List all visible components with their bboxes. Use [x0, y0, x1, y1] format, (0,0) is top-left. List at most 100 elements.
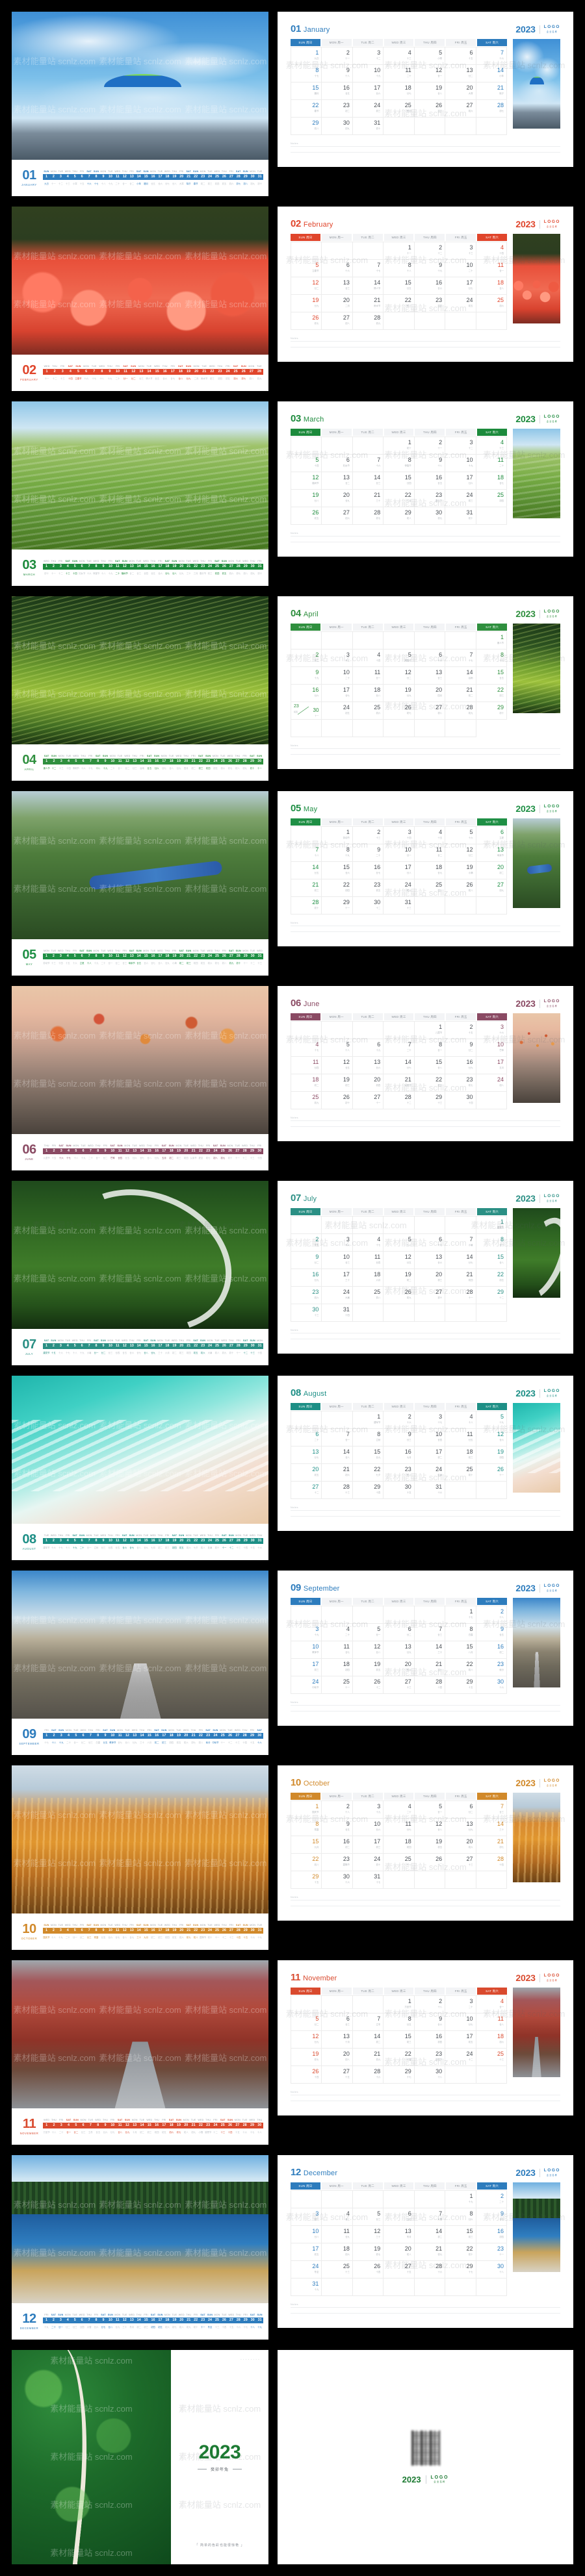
day-cell[interactable]: 15廿八 [476, 1252, 507, 1269]
day-cell[interactable]: 11廿四 [353, 1252, 384, 1269]
strip-day-number[interactable]: 5 [72, 1928, 79, 1934]
day-cell[interactable]: 14廿七 [445, 1252, 476, 1269]
strip-day-number[interactable]: 6 [79, 2317, 86, 2323]
day-cell[interactable]: 14廿七 [384, 1057, 414, 1074]
day-cell[interactable]: 2二十 [476, 2191, 507, 2208]
notes-section[interactable]: Notes [291, 744, 560, 755]
day-cell[interactable]: 30初九 [322, 118, 352, 135]
notes-section[interactable]: Notes [291, 142, 560, 153]
day-cell[interactable]: 25初八 [353, 1287, 384, 1304]
strip-day-number[interactable]: 8 [94, 1733, 101, 1739]
strip-day-number[interactable]: 29 [242, 953, 249, 959]
strip-day-number[interactable]: 28 [255, 369, 263, 375]
day-cell[interactable]: 24大暑 [322, 1287, 352, 1304]
day-cell[interactable]: 12廿五 [322, 1057, 352, 1074]
strip-day-number[interactable]: 25 [232, 369, 240, 375]
strip-day-number[interactable]: 15 [142, 953, 150, 959]
notes-section[interactable]: Notes [291, 1701, 560, 1711]
strip-day-number[interactable]: 10 [107, 953, 114, 959]
day-cell[interactable]: 13十月 [322, 2031, 352, 2049]
day-cell[interactable]: 4十七 [353, 1234, 384, 1252]
strip-day-number[interactable]: 8 [93, 953, 100, 959]
strip-day-number[interactable]: 2 [50, 1733, 57, 1739]
day-cell[interactable]: 30十六 [476, 1676, 507, 1694]
day-cell[interactable]: 13廿二 [445, 65, 476, 82]
strip-day-number[interactable]: 31 [256, 1538, 263, 1544]
strip-day-number[interactable]: 16 [153, 2123, 160, 2128]
day-cell[interactable]: 29十二 [476, 1287, 507, 1304]
cover-brand[interactable]: 2023LOGO企业名称 [402, 2475, 449, 2484]
day-cell[interactable]: 16廿九 [291, 1269, 322, 1287]
strip-day-number[interactable]: 13 [128, 2317, 135, 2323]
strip-day-number[interactable]: 23 [205, 1148, 212, 1154]
strip-day-number[interactable]: 21 [185, 1928, 192, 1934]
strip-day-number[interactable]: 22 [208, 369, 216, 375]
strip-day-number[interactable]: 11 [114, 1538, 121, 1544]
day-cell[interactable]: 31十九 [291, 2279, 322, 2296]
day-cell[interactable]: 21雨水节 [353, 295, 384, 312]
day-cell[interactable]: 30十二 [353, 897, 384, 915]
strip-day-number[interactable]: 31 [256, 1343, 263, 1349]
day-cell[interactable]: 4十三 [476, 437, 507, 455]
strip-day-number[interactable]: 9 [106, 369, 114, 375]
strip-day-number[interactable]: 10 [107, 564, 114, 570]
strip-day-number[interactable]: 10 [107, 2317, 114, 2323]
day-cell[interactable]: 18廿八 [353, 685, 384, 702]
day-cell[interactable]: 17初五 [445, 2031, 476, 2049]
day-cell[interactable]: 2十二 [291, 650, 322, 667]
strip-day-number[interactable]: 13 [128, 953, 135, 959]
strip-day-number[interactable]: 20 [178, 1343, 185, 1349]
strip-day-number[interactable]: 4 [64, 1928, 72, 1934]
notes-section[interactable]: Notes [291, 1117, 560, 1127]
day-cell[interactable]: 15九月 [291, 1836, 322, 1854]
strip-day-number[interactable]: 10 [109, 1733, 116, 1739]
day-cell[interactable]: 20初六 [445, 1836, 476, 1854]
strip-day-number[interactable]: 4 [64, 2317, 72, 2323]
strip-day-number[interactable]: 21 [185, 564, 192, 570]
day-cell[interactable]: 25初七 [415, 879, 445, 897]
day-cell[interactable]: 15廿九 [353, 1446, 384, 1464]
strip-day-number[interactable]: 4 [64, 953, 72, 959]
strip-day-number[interactable]: 28 [235, 2317, 242, 2323]
day-cell[interactable]: 13廿七 [291, 1446, 322, 1464]
strip-day-number[interactable]: 6 [79, 1148, 86, 1154]
strip-day-number[interactable]: 21 [190, 1733, 197, 1739]
strip-day-number[interactable]: 23 [200, 1928, 207, 1934]
strip-day-number[interactable]: 29 [242, 1928, 249, 1934]
strip-day-number[interactable]: 1 [43, 1148, 50, 1154]
strip-day-number[interactable]: 22 [192, 1538, 200, 1544]
day-cell[interactable]: 25初六 [353, 702, 384, 720]
day-cell[interactable]: 12廿一 [415, 65, 445, 82]
day-cell[interactable]: 9二十 [353, 844, 384, 862]
day-cell[interactable]: 26初七 [291, 312, 322, 330]
day-cell[interactable]: 23感恩节 [415, 2049, 445, 2066]
day-cell[interactable]: 8寒露 [291, 1819, 322, 1836]
day-cell[interactable]: 14三十 [476, 1819, 507, 1836]
day-cell[interactable]: 10二十 [322, 667, 352, 685]
strip-day-number[interactable]: 2 [50, 1538, 57, 1544]
strip-day-number[interactable]: 12 [124, 1148, 131, 1154]
day-cell[interactable]: 4十八 [445, 1411, 476, 1429]
day-cell[interactable]: 10教师节 [291, 1641, 322, 1659]
strip-day-number[interactable]: 5 [72, 759, 79, 764]
strip-day-number[interactable]: 4 [65, 1733, 72, 1739]
day-cell[interactable]: 28十六 [353, 2066, 384, 2084]
strip-day-number[interactable]: 14 [135, 1928, 142, 1934]
day-cell[interactable]: 3二十 [445, 1996, 476, 2014]
day-cell-dual[interactable]: 23初四30十一 [291, 702, 322, 720]
day-cell[interactable]: 7十七 [353, 260, 384, 277]
day-cell[interactable]: 16廿九 [445, 1057, 476, 1074]
strip-day-number[interactable]: 27 [228, 1928, 235, 1934]
day-cell[interactable]: 3十九 [353, 1801, 384, 1819]
strip-day-number[interactable]: 25 [214, 953, 221, 959]
day-cell[interactable]: 19初七 [291, 2049, 322, 2066]
day-cell[interactable]: 6十九 [415, 1234, 445, 1252]
day-cell[interactable]: 4二十 [322, 1624, 352, 1641]
strip-day-number[interactable]: 18 [164, 2317, 171, 2323]
strip-day-number[interactable]: 30 [249, 174, 256, 180]
day-cell[interactable]: 17五月 [476, 1057, 507, 1074]
day-cell[interactable]: 4十四 [476, 242, 507, 260]
day-cell[interactable]: 24十二 [445, 2049, 476, 2066]
strip-day-number[interactable]: 20 [183, 1148, 190, 1154]
day-cell[interactable]: 13廿六 [353, 1057, 384, 1074]
